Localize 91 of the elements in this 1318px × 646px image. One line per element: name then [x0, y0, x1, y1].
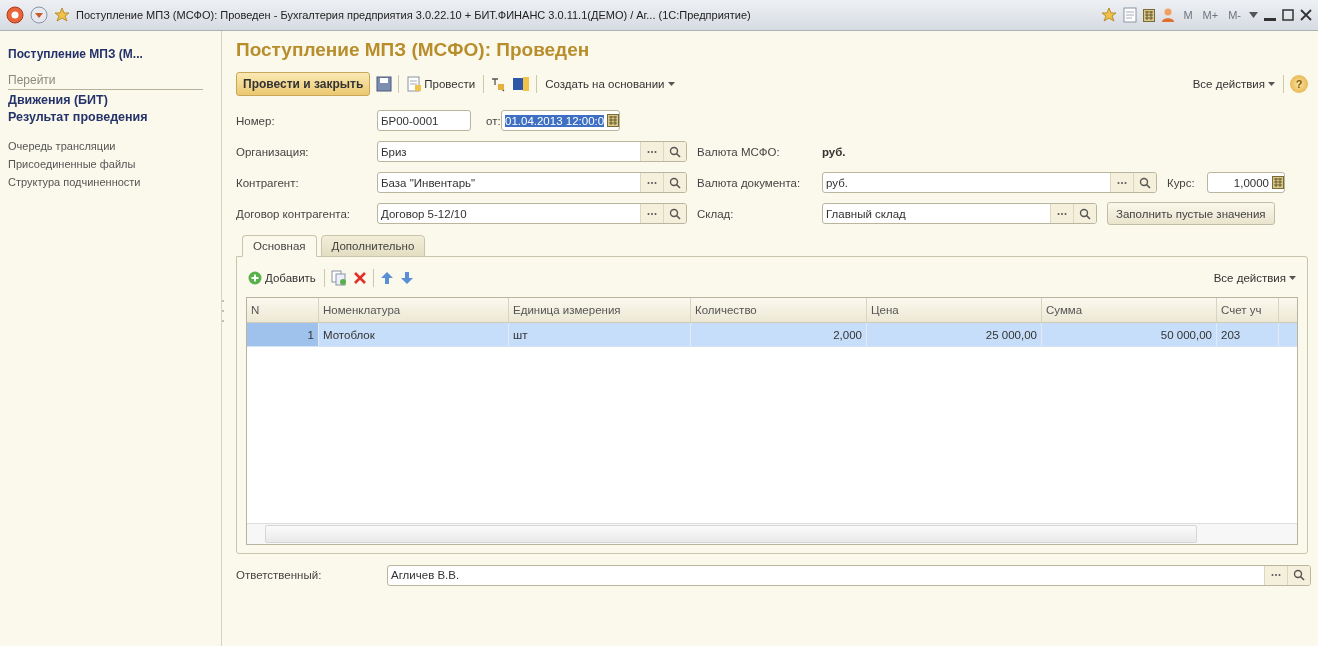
- window-title: Поступление МПЗ (МСФО): Проведен - Бухгалтерия предприятия 3.0.22.10 + БИТ.ФИНАНС 3.0.11.1(ДЕМО) / Аг... (1С:Предприятие): [76, 9, 752, 21]
- table-cell: 25 000,00: [867, 323, 1042, 346]
- field-label: Валюта документа:: [697, 176, 802, 189]
- ellipsis-icon: [647, 211, 657, 216]
- search-icon: [1139, 176, 1151, 189]
- app-logo-icon: [6, 6, 24, 24]
- rate-field[interactable]: 1,0000: [1207, 172, 1285, 193]
- document-icon: [1123, 7, 1138, 23]
- post-and-close-button[interactable]: Провести и закрыть: [236, 72, 371, 96]
- column-header[interactable]: N: [247, 298, 319, 322]
- table-cell: шт: [509, 323, 691, 346]
- ellipsis-icon: [1057, 211, 1067, 216]
- field-label: Контрагент:: [236, 176, 300, 189]
- counterparty-field[interactable]: База "Инвентарь": [377, 172, 687, 193]
- field-label: Валюта МСФО:: [697, 145, 781, 158]
- copy-icon: [330, 270, 347, 286]
- ellipsis-icon: [647, 149, 657, 154]
- column-header[interactable]: Номенклатура: [319, 298, 509, 322]
- currency-value: руб.: [822, 145, 846, 158]
- calendar-icon: [607, 114, 620, 127]
- sidebar-title: Поступление МПЗ (М...: [8, 47, 144, 61]
- field-label: Склад:: [697, 207, 735, 220]
- tab[interactable]: Основная: [242, 235, 317, 257]
- date-field[interactable]: 01.04.2013 12:00:0: [501, 110, 621, 131]
- splitter-handle[interactable]: [221, 298, 225, 324]
- field-label: Ответственный:: [236, 569, 323, 581]
- up-arrow-icon: [379, 271, 394, 285]
- document-icon: [407, 76, 422, 92]
- close-icon: [1300, 9, 1312, 21]
- table-cell: 203: [1217, 323, 1279, 346]
- contract-field[interactable]: Договор 5-12/10: [377, 203, 687, 224]
- calculator-icon: [1143, 8, 1156, 22]
- field-label: от:: [486, 114, 501, 127]
- delete-icon: [352, 271, 367, 285]
- fill-empty-values-button[interactable]: Заполнить пустые значения: [1107, 202, 1275, 225]
- ellipsis-icon: [1117, 180, 1127, 185]
- person-icon: [1161, 7, 1176, 23]
- table-cell: 1: [247, 323, 319, 346]
- warehouse-field[interactable]: Главный склад: [822, 203, 1097, 224]
- field-label: Номер:: [236, 114, 276, 127]
- ellipsis-icon: [647, 180, 657, 185]
- section-heading: Перейти: [8, 73, 203, 90]
- currency-field[interactable]: руб.: [822, 172, 1157, 193]
- sidebar-link[interactable]: Движения (БИТ): [8, 93, 108, 107]
- search-icon: [669, 176, 681, 189]
- search-icon: [1079, 207, 1091, 220]
- search-icon: [1293, 569, 1305, 581]
- column-header[interactable]: Единица измерения: [509, 298, 691, 322]
- sidebar-link[interactable]: Результат проведения: [8, 110, 148, 124]
- all-actions-menu[interactable]: Все действия: [1211, 270, 1298, 286]
- column-header[interactable]: Сумма: [1042, 298, 1217, 322]
- create-based-on-menu[interactable]: Создать на основании: [543, 76, 677, 92]
- star-icon: [54, 7, 70, 23]
- minimize-icon: [1264, 17, 1276, 21]
- search-icon: [669, 145, 681, 158]
- column-header[interactable]: Счет уч: [1217, 298, 1279, 322]
- caret-icon: [1268, 82, 1275, 86]
- sidebar-link[interactable]: Присоединенные файлы: [8, 158, 136, 170]
- table-row[interactable]: 1 Мотоблок шт 2,000 25 000,00 50 000,00 203: [247, 323, 1297, 347]
- table-cell: Мотоблок: [319, 323, 509, 346]
- dropdown-menu-icon: [30, 6, 48, 24]
- ellipsis-icon: [1271, 573, 1281, 577]
- column-header[interactable]: Цена: [867, 298, 1042, 322]
- help-button[interactable]: ?: [1290, 75, 1308, 93]
- field-label: Договор контрагента:: [236, 207, 351, 220]
- all-actions-menu[interactable]: Все действия: [1190, 76, 1277, 92]
- field-label: Организация:: [236, 145, 310, 158]
- caret-icon: [1249, 12, 1258, 18]
- calculator-icon: [1272, 176, 1284, 189]
- plus-icon: [248, 271, 262, 285]
- caret-icon: [1289, 276, 1296, 280]
- post-button[interactable]: Провести: [405, 74, 478, 94]
- down-arrow-icon: [399, 271, 414, 285]
- sidebar-link[interactable]: Очередь трансляции: [8, 140, 116, 152]
- tab[interactable]: Дополнительно: [320, 235, 426, 257]
- save-icon: [376, 76, 393, 92]
- add-button[interactable]: Добавить: [246, 269, 318, 287]
- horizontal-scrollbar[interactable]: [247, 523, 1297, 544]
- responsible-field[interactable]: Агличев В.В.: [387, 564, 1311, 586]
- organization-field[interactable]: Бриз: [377, 141, 687, 162]
- number-field[interactable]: БР00-0001: [377, 110, 471, 131]
- star-icon: [1101, 7, 1118, 23]
- form-title: Поступление МПЗ (МСФО): Проведен: [236, 39, 590, 61]
- sidebar-link[interactable]: Структура подчиненности: [8, 176, 141, 188]
- search-icon: [669, 207, 681, 220]
- column-header[interactable]: Количество: [691, 298, 867, 322]
- table-cell: 50 000,00: [1042, 323, 1217, 346]
- table-cell: 2,000: [691, 323, 867, 346]
- field-label: Курс:: [1167, 176, 1196, 189]
- caret-icon: [667, 82, 675, 86]
- maximize-icon: [1282, 9, 1294, 21]
